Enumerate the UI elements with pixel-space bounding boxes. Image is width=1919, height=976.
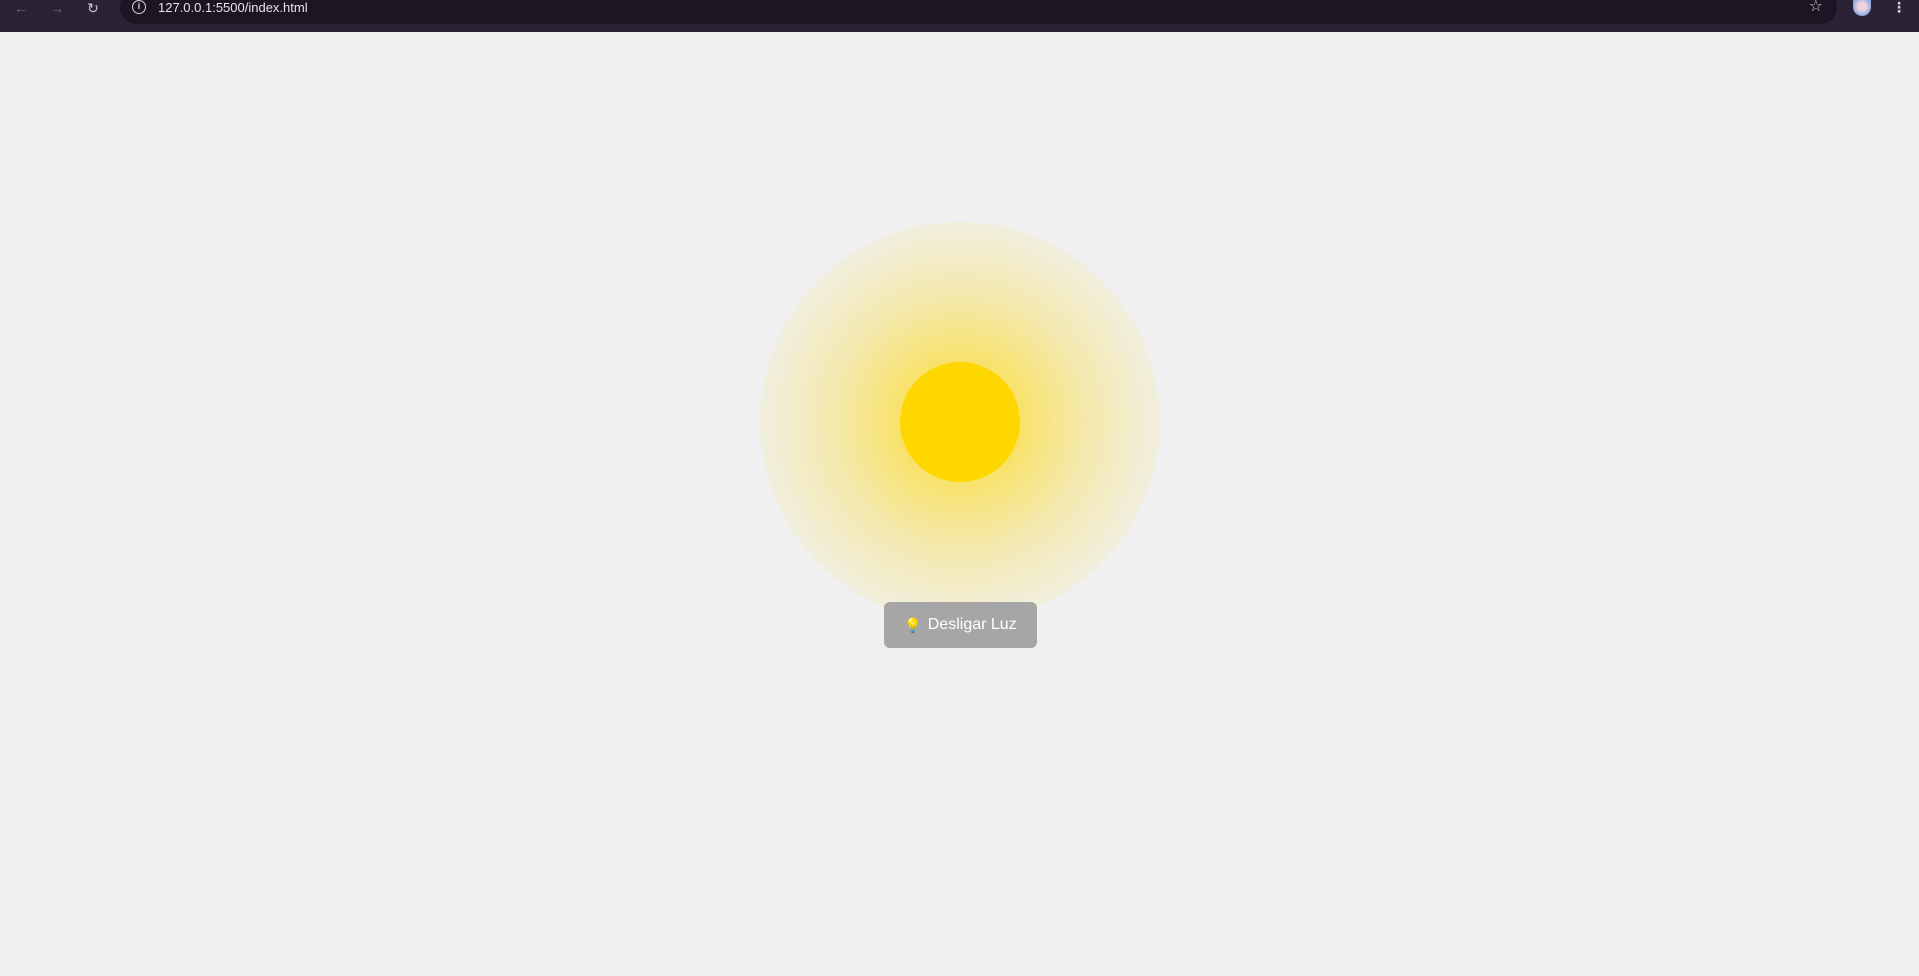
site-info-icon[interactable]: i xyxy=(132,0,146,14)
lightbulb-icon: 💡 xyxy=(904,617,922,633)
toggle-light-label: Desligar Luz xyxy=(927,616,1017,633)
address-bar[interactable]: i 127.0.0.1:5500/index.html ☆ xyxy=(120,0,1837,24)
toggle-light-button[interactable]: 💡 Desligar Luz xyxy=(884,602,1037,648)
back-icon[interactable]: ← xyxy=(10,0,32,16)
browser-menu-icon[interactable]: ⋮ xyxy=(1890,0,1908,16)
bookmark-star-icon[interactable]: ☆ xyxy=(1809,0,1823,15)
lamp-bulb xyxy=(900,362,1020,482)
url-text[interactable]: 127.0.0.1:5500/index.html xyxy=(158,0,308,16)
page-viewport: 💡 Desligar Luz xyxy=(0,32,1919,976)
forward-icon[interactable]: → xyxy=(46,0,68,16)
profile-avatar[interactable] xyxy=(1853,0,1871,16)
reload-icon[interactable]: ↻ xyxy=(82,0,104,16)
browser-toolbar: ← → ↻ i 127.0.0.1:5500/index.html ☆ ⋮ xyxy=(0,0,1919,32)
